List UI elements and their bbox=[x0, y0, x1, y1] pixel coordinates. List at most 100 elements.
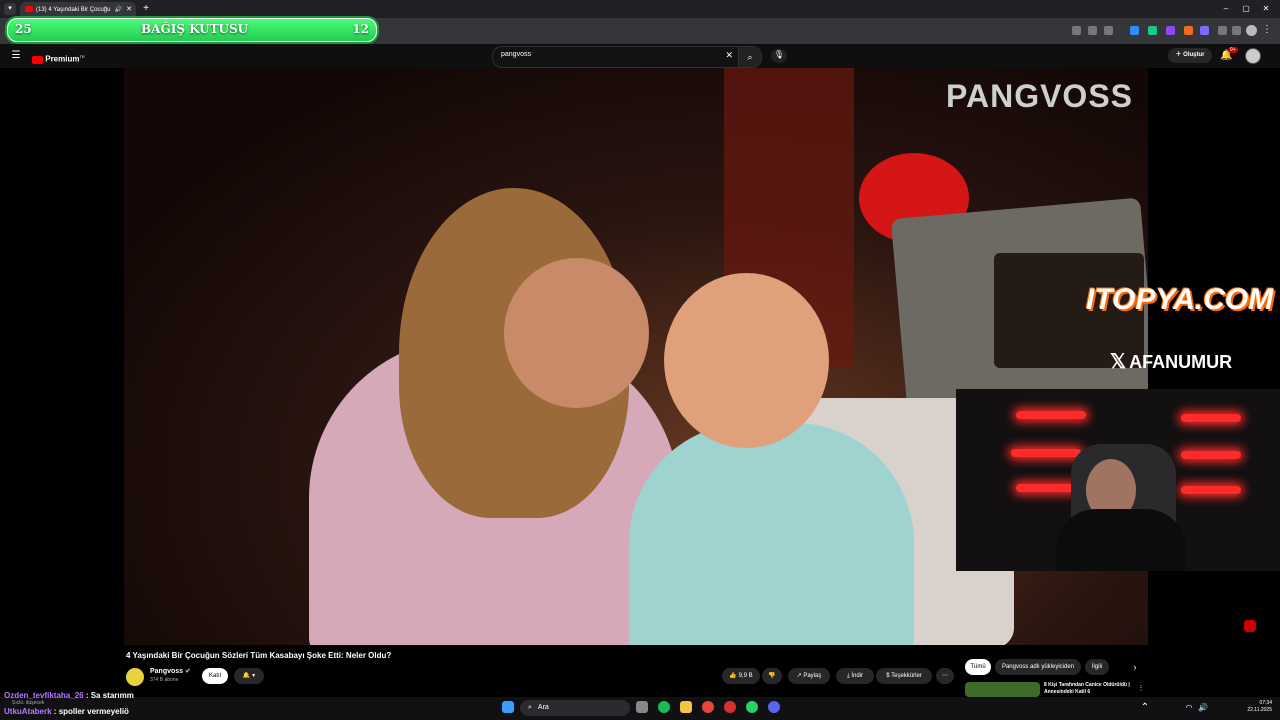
verified-icon: ✔ bbox=[185, 668, 191, 675]
chevron-down-icon: ▾ bbox=[252, 673, 256, 679]
tab-title: (13) 4 Yaşındaki Bir Çocuğu bbox=[36, 7, 111, 13]
channel-watermark: PANGVOSS bbox=[946, 78, 1133, 114]
donation-left-count: 25 bbox=[15, 22, 32, 36]
screenshot-icon[interactable] bbox=[1072, 26, 1081, 35]
zoom-icon[interactable] bbox=[1088, 26, 1097, 35]
search-box[interactable]: pangvoss ✕ bbox=[492, 46, 740, 68]
youtube-mini-icon[interactable] bbox=[1244, 620, 1256, 632]
more-actions-button[interactable]: ⋯ bbox=[936, 668, 954, 684]
x-handle-overlay: 𝕏 AFANUMUR bbox=[1110, 349, 1232, 374]
chrome-icon[interactable] bbox=[702, 701, 714, 713]
webcam-light-6 bbox=[1181, 486, 1241, 494]
close-window-icon[interactable]: ✕ bbox=[1260, 3, 1272, 15]
chat-message: UtkuAtaberk : spoller vermeyeliö bbox=[4, 707, 129, 716]
video-child-head bbox=[664, 273, 829, 448]
webcam-light-2 bbox=[1181, 414, 1241, 422]
wifi-icon[interactable]: ◠ bbox=[1184, 702, 1194, 714]
hamburger-menu-icon[interactable]: ☰ bbox=[10, 50, 22, 62]
browser-menu-icon[interactable]: ⋮ bbox=[1262, 24, 1272, 36]
extension-purple-icon[interactable] bbox=[1200, 26, 1209, 35]
subscriber-count: 374 B abone bbox=[150, 677, 179, 683]
minimize-icon[interactable]: – bbox=[1220, 3, 1232, 15]
whatsapp-icon[interactable] bbox=[746, 701, 758, 713]
task-view-icon[interactable] bbox=[636, 701, 648, 713]
discord-icon[interactable] bbox=[768, 701, 780, 713]
share-icon: ↗ bbox=[796, 673, 802, 679]
taskbar-search[interactable]: ⌕ Ara bbox=[520, 700, 630, 716]
file-explorer-icon[interactable] bbox=[680, 701, 692, 713]
thanks-label: Teşekkürler bbox=[891, 673, 922, 679]
tray-chevron-icon[interactable]: ⌃ bbox=[1140, 702, 1150, 714]
chat-text: Sa starımm bbox=[90, 691, 134, 700]
search-input[interactable]: pangvoss bbox=[501, 51, 531, 58]
like-icon: 👍 bbox=[729, 673, 737, 679]
account-avatar[interactable] bbox=[1245, 48, 1261, 64]
download-button[interactable]: ⤓ İndir bbox=[836, 668, 874, 684]
donation-right-count: 12 bbox=[352, 22, 369, 36]
create-button[interactable]: ＋ Oluştur bbox=[1168, 48, 1212, 63]
recommendation-title[interactable]: 8 Kişi Tarafından Canice Öldürüldü | Ann… bbox=[1044, 682, 1136, 697]
download-label: İndir bbox=[851, 673, 863, 679]
extensions-puzzle-icon[interactable] bbox=[1218, 26, 1227, 35]
extension-blue-icon[interactable] bbox=[1130, 26, 1139, 35]
bookmark-star-icon[interactable] bbox=[1104, 26, 1113, 35]
youtube-logo[interactable]: PremiumTR bbox=[32, 51, 85, 64]
share-button[interactable]: ↗ Paylaş bbox=[788, 668, 830, 684]
chat-sub-note: Sıcki. düşecek bbox=[12, 700, 45, 706]
maximize-icon[interactable]: ▢ bbox=[1240, 3, 1252, 15]
download-icon: ⤓ bbox=[847, 673, 850, 679]
recommendation-menu-icon[interactable]: ⋮ bbox=[1137, 683, 1145, 695]
webcam-person-body bbox=[1056, 509, 1186, 571]
create-label: Oluştur bbox=[1183, 52, 1205, 58]
search-icon: ⌕ bbox=[747, 52, 753, 62]
clock[interactable]: 07:34 22.11.2025 bbox=[1236, 700, 1272, 714]
new-tab-button[interactable]: + bbox=[140, 3, 152, 15]
youtube-favicon-icon bbox=[25, 6, 33, 13]
video-title: 4 Yaşındaki Bir Çocuğun Sözleri Tüm Kasa… bbox=[126, 651, 392, 660]
filter-uploader[interactable]: Pangvoss adlı yükleyiciden bbox=[995, 659, 1081, 675]
youtube-logo-text: Premium bbox=[45, 54, 80, 64]
chat-user: Ozden_tevfiktaha_26 bbox=[4, 691, 84, 700]
search-button[interactable]: ⌕ bbox=[738, 46, 762, 68]
clock-time: 07:34 bbox=[1259, 700, 1272, 706]
volume-icon[interactable]: 🔊 bbox=[1198, 702, 1208, 714]
webcam-light-3 bbox=[1011, 449, 1081, 457]
channel-avatar[interactable] bbox=[126, 668, 144, 686]
recommendation-thumbnail[interactable] bbox=[965, 682, 1040, 697]
extension-twitch-icon[interactable] bbox=[1166, 26, 1175, 35]
clear-search-icon[interactable]: ✕ bbox=[725, 50, 733, 61]
notification-badge: 9+ bbox=[1228, 47, 1238, 53]
filter-next-button[interactable]: › bbox=[1127, 659, 1143, 675]
split-view-icon[interactable] bbox=[1232, 26, 1241, 35]
share-label: Paylaş bbox=[803, 673, 822, 679]
youtube-play-icon bbox=[32, 55, 43, 64]
filter-related[interactable]: İlgili bbox=[1085, 659, 1109, 675]
extension-green-icon[interactable] bbox=[1148, 26, 1157, 35]
x-handle-text: AFANUMUR bbox=[1129, 352, 1233, 372]
channel-name-text: Pangvoss bbox=[150, 668, 184, 675]
tab-list-icon[interactable]: ▾ bbox=[4, 3, 16, 15]
filter-all[interactable]: Tümü bbox=[965, 659, 991, 675]
subscribe-bell-button[interactable]: 🔔 ▾ bbox=[234, 668, 264, 684]
extension-orange-icon[interactable] bbox=[1184, 26, 1193, 35]
webcam-light-1 bbox=[1016, 411, 1086, 419]
webcam-overlay bbox=[956, 389, 1280, 571]
thanks-icon: $ bbox=[886, 673, 890, 679]
start-icon[interactable] bbox=[502, 701, 514, 713]
webcam-light-5 bbox=[1016, 484, 1076, 492]
like-button[interactable]: 👍 9,9 B bbox=[722, 668, 760, 684]
profile-avatar[interactable] bbox=[1246, 25, 1257, 36]
video-child-body bbox=[629, 423, 914, 645]
chat-text: spoller vermeyeliö bbox=[58, 707, 129, 716]
voice-search-icon[interactable]: 🎙 bbox=[771, 49, 787, 63]
donation-label: BAĞIŞ KUTUSU bbox=[141, 22, 249, 36]
join-button[interactable]: Katıl bbox=[202, 668, 228, 684]
taskbar-search-icon: ⌕ bbox=[528, 704, 532, 711]
dislike-button[interactable]: 👎 bbox=[762, 668, 782, 684]
like-count: 9,9 B bbox=[738, 673, 753, 679]
chat-message: Ozden_tevfiktaha_26 : Sa starımm bbox=[4, 691, 134, 700]
spotify-icon[interactable] bbox=[658, 701, 670, 713]
channel-name[interactable]: Pangvoss ✔ bbox=[150, 667, 191, 675]
app-icon-red[interactable] bbox=[724, 701, 736, 713]
thanks-button[interactable]: $ Teşekkürler bbox=[876, 668, 932, 684]
